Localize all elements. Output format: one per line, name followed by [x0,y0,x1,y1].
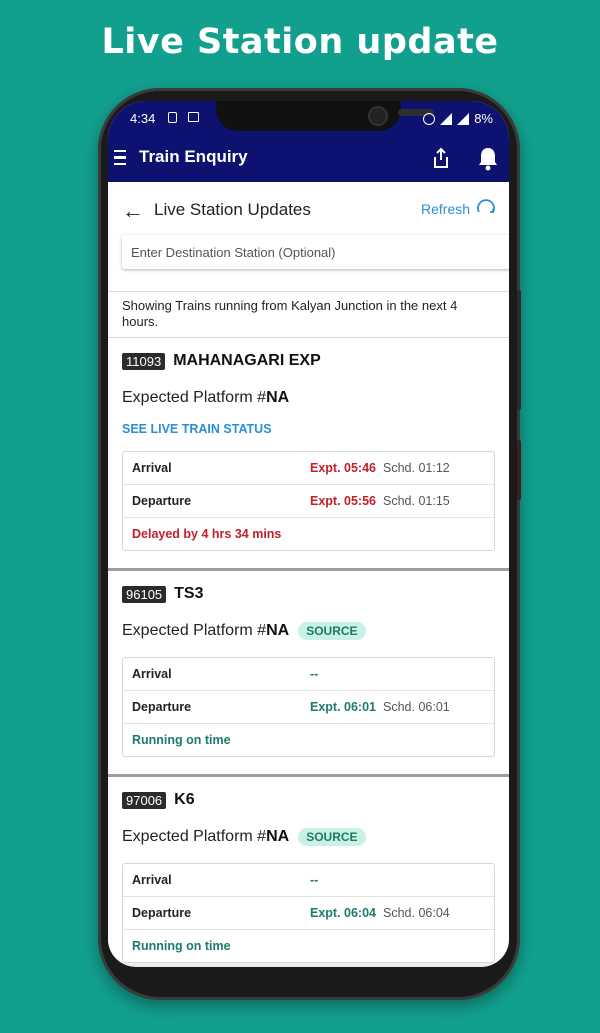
platform-value: NA [266,828,290,845]
info-text: Showing Trains running from Kalyan Junct… [108,292,509,338]
train-card[interactable]: 97006 K6 Expected Platform # NA SOURCE Ar… [108,777,509,963]
arrival-scheduled: Schd. 01:12 [383,461,450,475]
back-arrow-icon[interactable]: ← [122,198,144,224]
times-table: Arrival -- Departure Expt. 06:01 Schd. 0… [122,657,495,757]
promo-title: Live Station update [101,22,499,62]
times-table: Arrival Expt. 05:46 Schd. 01:12 Departur… [122,451,495,551]
departure-expected: Expt. 06:01 [310,700,377,714]
platform-label: Expected Platform # [122,622,267,639]
image-icon [188,112,199,122]
phone-screen: 4:34 8% Train Enquiry ← Live Station Upd… [108,101,509,967]
battery-saver-icon [168,112,177,123]
status-bar: 4:34 8% [108,101,509,135]
status-time: 4:34 [130,111,156,126]
camera-icon [368,106,388,126]
train-card[interactable]: 11093 MAHANAGARI EXP Expected Platform #… [108,338,509,571]
share-icon[interactable] [432,147,450,169]
bell-icon[interactable] [477,145,499,171]
departure-scheduled: Schd. 06:01 [383,700,450,714]
status-row: Delayed by 4 hrs 34 mins [123,518,494,550]
departure-scheduled: Schd. 06:04 [383,906,450,920]
data-saver-icon [423,112,436,125]
train-name: MAHANAGARI EXP [173,352,321,369]
app-title: Train Enquiry [139,147,248,166]
battery-level: 8% [474,111,493,126]
source-badge: SOURCE [298,622,366,640]
notch [216,101,434,131]
see-live-status-link[interactable]: SEE LIVE TRAIN STATUS [122,422,495,436]
wifi-icon [440,112,453,125]
destination-input[interactable] [122,235,509,269]
departure-scheduled: Schd. 01:15 [383,494,450,508]
train-name: TS3 [174,585,204,602]
arrival-expected: Expt. 05:46 [310,461,377,475]
platform-value: NA [266,389,290,406]
train-status: Running on time [132,733,231,747]
platform-label: Expected Platform # [122,828,267,845]
menu-icon[interactable] [114,150,126,169]
app-bar: Train Enquiry [108,135,509,182]
content-area: ← Live Station Updates Refresh Showing T… [108,182,509,967]
train-name: K6 [174,791,195,808]
train-number: 96105 [122,585,167,603]
departure-label: Departure [132,906,192,920]
arrival-expected: -- [310,873,319,887]
source-badge: SOURCE [298,828,366,846]
departure-expected: Expt. 05:56 [310,494,377,508]
departure-label: Departure [132,700,192,714]
train-status: Running on time [132,939,231,953]
status-row: Running on time [123,930,494,962]
departure-expected: Expt. 06:04 [310,906,377,920]
train-status: Delayed by 4 hrs 34 mins [132,527,282,541]
side-button [517,440,521,500]
departure-row: Departure Expt. 06:04 Schd. 06:04 [123,897,494,930]
departure-label: Departure [132,494,192,508]
signal-icon [457,112,470,125]
status-row: Running on time [123,724,494,756]
side-button [517,290,521,410]
platform-label: Expected Platform # [122,389,267,406]
train-card[interactable]: 96105 TS3 Expected Platform # NA SOURCE A… [108,571,509,777]
arrival-label: Arrival [132,461,172,475]
platform-value: NA [266,622,290,639]
arrival-expected: -- [310,667,319,681]
times-table: Arrival -- Departure Expt. 06:04 Schd. 0… [122,863,495,963]
arrival-row: Arrival Expt. 05:46 Schd. 01:12 [123,452,494,485]
train-number: 11093 [122,352,166,370]
refresh-icon[interactable] [476,197,496,217]
arrival-row: Arrival -- [123,864,494,897]
departure-row: Departure Expt. 06:01 Schd. 06:01 [123,691,494,724]
refresh-button[interactable]: Refresh [421,201,470,217]
arrival-label: Arrival [132,667,172,681]
arrival-row: Arrival -- [123,658,494,691]
arrival-label: Arrival [132,873,172,887]
header-card: ← Live Station Updates Refresh [108,182,509,292]
departure-row: Departure Expt. 05:56 Schd. 01:15 [123,485,494,518]
page-title: Live Station Updates [154,200,311,219]
train-number: 97006 [122,791,167,809]
